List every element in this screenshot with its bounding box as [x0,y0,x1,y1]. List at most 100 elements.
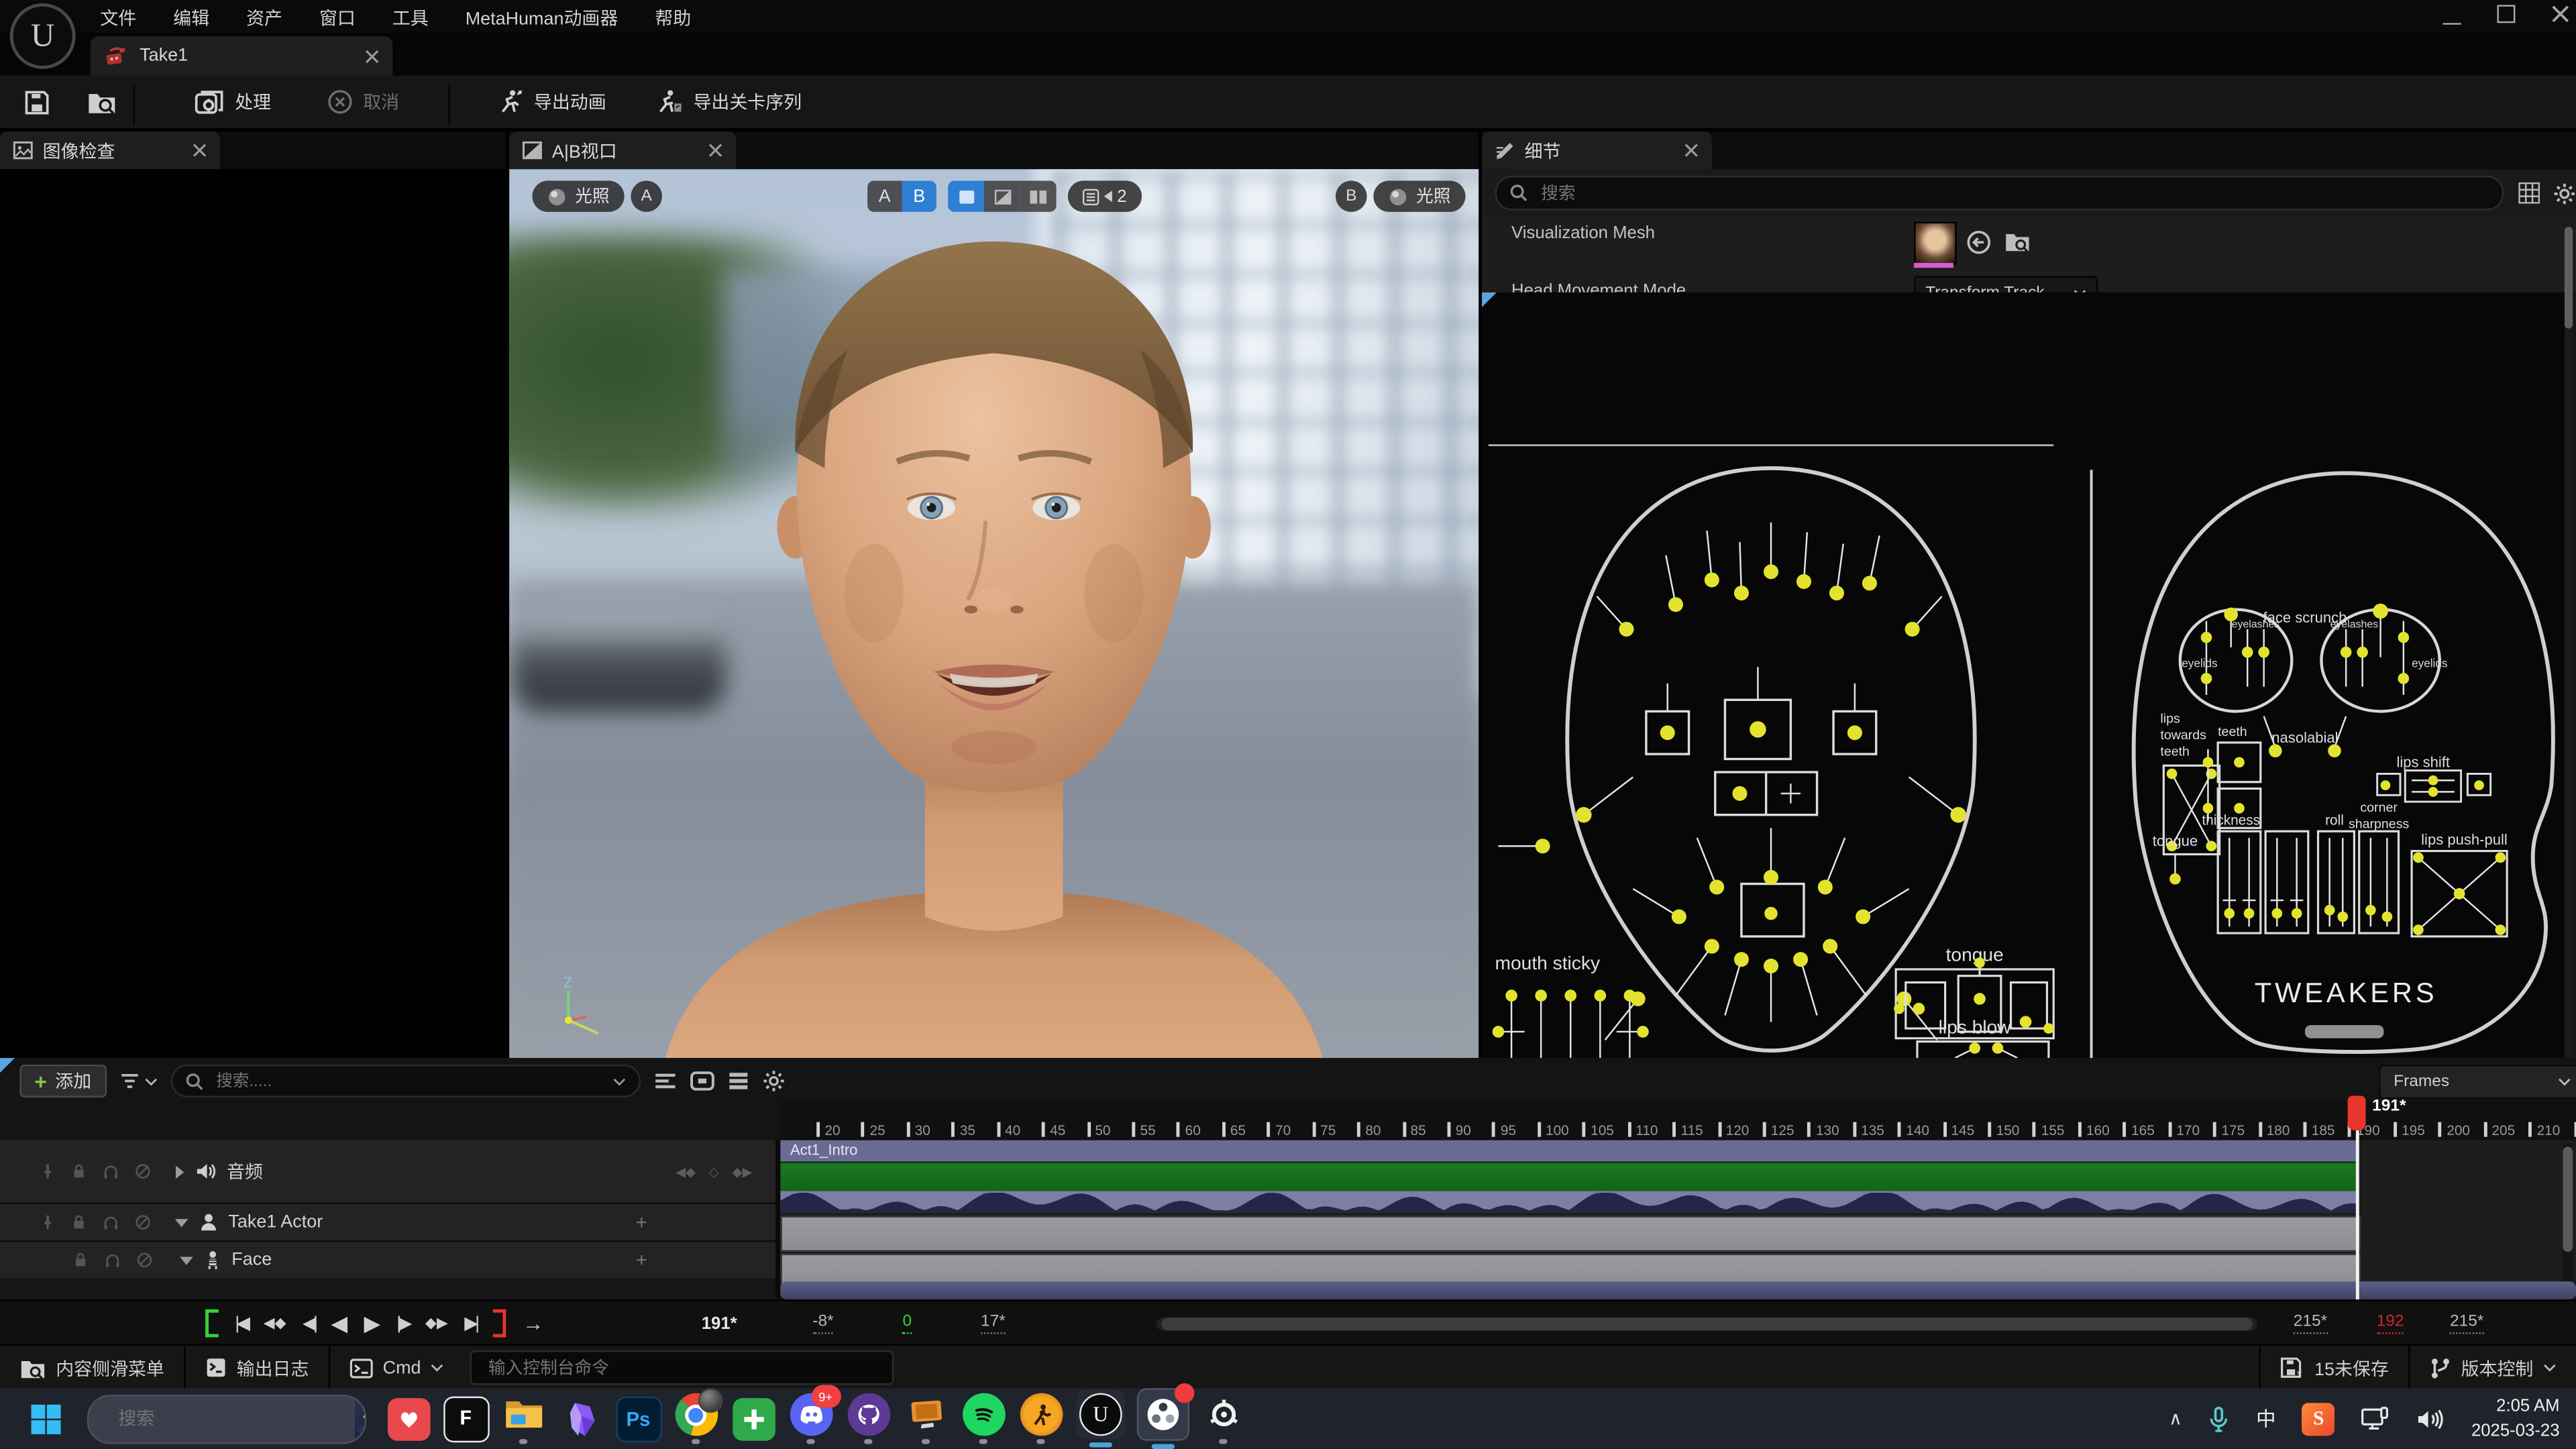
view-count-control[interactable]: 2 [1068,180,1142,212]
loop-arrow-button[interactable]: → [523,1311,544,1336]
taskbar-app-red[interactable] [380,1397,437,1440]
tab-take1[interactable]: Take1 [91,36,393,76]
settings-gear-icon[interactable] [2553,182,2576,205]
set-start-bracket-button[interactable] [205,1309,219,1338]
console-command-box[interactable] [470,1350,894,1385]
browse-to-asset-icon[interactable] [2004,230,2031,253]
track-content-area[interactable]: Act1_Intro [780,1140,2576,1298]
menu-tools[interactable]: 工具 [378,0,443,36]
output-log-button[interactable]: 输出日志 [186,1346,329,1390]
ab-toggle-b[interactable]: B [902,180,936,212]
add-section-plus[interactable]: + [636,1211,647,1234]
details-search-input[interactable] [1538,182,2489,205]
export-level-sequence-button[interactable]: 导出关卡序列 [655,76,802,128]
timeline-ruler[interactable]: 2025303540455055606570758085909510010511… [780,1101,2576,1142]
scrollbar-thumb[interactable] [2565,227,2573,329]
taskbar-github[interactable] [839,1393,897,1444]
view-start-field[interactable]: -8* [812,1313,833,1334]
lit-mode-button-left[interactable]: 光照 [532,180,624,212]
prev-key-button[interactable]: ◀◆ [264,1314,286,1332]
image-review-viewport[interactable] [0,169,506,1058]
tab-close-icon[interactable] [365,48,380,63]
tray-network-icon[interactable] [2361,1406,2391,1431]
selection-end-field[interactable]: 192 [2377,1313,2404,1334]
viewport-render[interactable]: 光照 A A B [509,169,1479,1058]
taskbar-steelseries[interactable] [1194,1393,1252,1444]
unsaved-button[interactable]: * 15未保存 [2260,1346,2408,1390]
cancel-button[interactable]: 取消 [327,76,399,128]
add-track-button[interactable]: + 添加 [19,1065,106,1097]
chevron-down-icon[interactable] [612,1077,625,1085]
save-icon[interactable] [23,88,51,116]
taskbar-file-explorer[interactable] [494,1393,552,1444]
track-row-audio[interactable]: 音频 ◀◆ ◇ ◆▶ [0,1140,775,1205]
maximize-button[interactable] [2497,5,2515,23]
to-end-button[interactable]: ▶| [464,1313,476,1334]
tray-ime-indicator[interactable]: 中 [2256,1405,2275,1433]
tray-sougou-icon[interactable]: S [2302,1402,2335,1435]
tray-volume-icon[interactable] [2417,1407,2445,1430]
face-board-front-head[interactable]: mouth sticky tongue [1482,292,2090,1058]
cmd-dropdown[interactable]: Cmd [330,1346,464,1390]
close-button[interactable] [2551,5,2569,23]
next-key-button[interactable]: ◆▶ [425,1314,448,1332]
play-button[interactable]: ▶ [364,1310,380,1336]
sequencer-settings-gear-icon[interactable] [761,1069,784,1092]
timeline-h-scrollbar[interactable] [1157,1317,2257,1330]
layout-split-icon[interactable] [984,180,1020,212]
display-rate-dropdown[interactable]: Frames [2379,1065,2576,1099]
to-front-button[interactable]: |◀ [235,1313,247,1334]
details-search-box[interactable] [1495,176,2504,210]
solo-ban-icon[interactable] [136,1252,152,1268]
view-options-icon[interactable] [727,1071,749,1091]
work-start-field[interactable]: 0 [902,1313,912,1334]
view-end-field[interactable]: 215* [2294,1313,2327,1334]
menu-file[interactable]: 文件 [85,0,151,36]
start-button[interactable] [16,1402,74,1435]
menu-window[interactable]: 窗口 [305,0,370,36]
tray-expand-chevron[interactable]: ∧ [2169,1408,2182,1430]
mute-headphones-icon[interactable] [103,1252,121,1268]
face-board-tweakers-head[interactable]: face scrunch eyelashes eyelashes eyelids… [2090,292,2565,1058]
face-control-board[interactable]: mouth sticky tongue [1482,292,2565,1058]
solo-ban-icon[interactable] [135,1163,151,1179]
menu-metahuman-animator[interactable]: MetaHuman动画器 [451,0,633,36]
prev-frame-button[interactable]: ◀| [303,1313,315,1334]
layout-dual-icon[interactable] [1020,180,1057,212]
scrollbar-thumb[interactable] [1161,1317,2252,1330]
track-row-take1-actor[interactable]: Take1 Actor + [0,1204,775,1242]
playhead-marker[interactable] [2349,1095,2367,1130]
tab-close-icon[interactable] [1684,143,1699,158]
expander-arrow-icon[interactable] [174,1164,186,1179]
taskbar-spotify[interactable] [955,1393,1012,1444]
taskbar-chrome[interactable] [667,1393,724,1444]
menu-asset[interactable]: 资产 [231,0,297,36]
weather-widget[interactable] [355,1395,366,1442]
take1-actor-section[interactable] [780,1216,2361,1252]
property-matrix-icon[interactable] [2518,182,2540,204]
lock-icon[interactable] [72,1252,89,1268]
expander-arrow-icon[interactable] [174,1216,189,1228]
taskbar-app-green[interactable] [724,1397,782,1440]
scrollbar-thumb[interactable] [2563,1146,2573,1252]
mute-headphones-icon[interactable] [102,1214,120,1230]
set-end-bracket-button[interactable] [493,1309,506,1338]
play-reverse-button[interactable]: ◀ [331,1310,347,1336]
menu-edit[interactable]: 编辑 [158,0,224,36]
solo-ban-icon[interactable] [135,1214,151,1230]
minimize-button[interactable] [2443,5,2461,24]
console-command-input[interactable] [485,1356,879,1379]
taskbar-photoshop[interactable]: Ps [610,1395,667,1442]
process-button[interactable]: 处理 [194,76,271,128]
timeline-range-bar[interactable] [780,1281,2576,1299]
tab-ab-viewport[interactable]: A|B视口 [509,131,736,169]
camera-a-badge[interactable]: A [631,180,662,212]
current-frame-value[interactable]: 191* [702,1313,737,1333]
filter-button[interactable] [119,1073,157,1089]
use-selected-icon[interactable] [1966,230,1991,255]
mesh-thumbnail[interactable] [1914,222,1957,265]
sequencer-search-input[interactable] [213,1071,602,1092]
expander-arrow-icon[interactable] [179,1254,194,1266]
taskbar-obsidian[interactable] [552,1397,610,1440]
playback-options-icon[interactable] [690,1071,714,1091]
